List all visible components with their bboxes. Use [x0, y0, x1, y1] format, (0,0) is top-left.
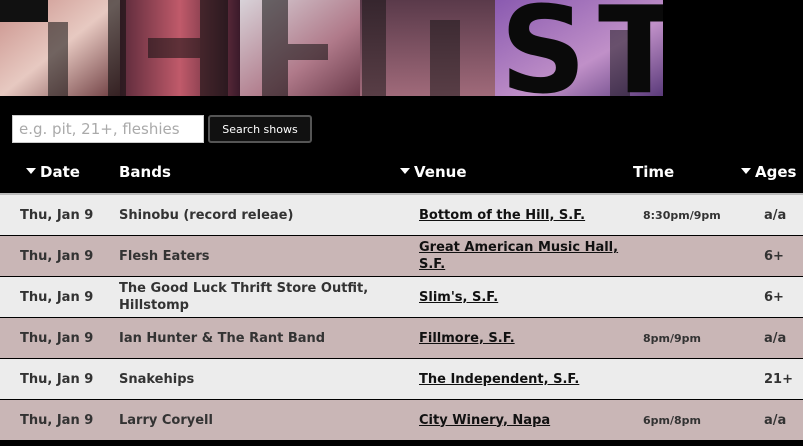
table-row: Thu, Jan 9 The Good Luck Thrift Store Ou…	[0, 277, 803, 318]
bands-header-label: Bands	[119, 163, 171, 181]
bands-cell: Larry Coryell	[119, 412, 213, 428]
time-cell: 8:30pm/9pm	[643, 208, 721, 222]
date-cell: Thu, Jan 9	[20, 330, 94, 346]
table-row: Thu, Jan 9 Larry Coryell City Winery, Na…	[0, 400, 803, 441]
site-banner[interactable]: S T	[0, 0, 663, 96]
svg-text:S: S	[500, 0, 586, 96]
ages-cell: 6+	[764, 248, 784, 264]
table-row: Thu, Jan 9 Shinobu (record releae) Botto…	[0, 195, 803, 236]
ages-cell: a/a	[764, 207, 787, 223]
sort-arrow-icon	[400, 168, 410, 174]
date-column-header[interactable]: Date	[26, 163, 80, 181]
venue-link[interactable]: City Winery, Napa	[419, 412, 550, 429]
venue-link[interactable]: Great American Music Hall, S.F.	[419, 239, 634, 273]
banner-logo: S T	[0, 0, 663, 96]
venue-link[interactable]: Slim's, S.F.	[419, 289, 498, 306]
table-row: Thu, Jan 9 Snakehips The Independent, S.…	[0, 359, 803, 400]
bands-cell: Ian Hunter & The Rant Band	[119, 330, 326, 346]
shows-table: Thu, Jan 9 Shinobu (record releae) Botto…	[0, 195, 803, 441]
sort-arrow-icon	[741, 168, 751, 174]
bands-column-header[interactable]: Bands	[119, 163, 171, 181]
time-column-header[interactable]: Time	[633, 163, 674, 181]
bands-cell: Flesh Eaters	[119, 248, 210, 264]
venue-link[interactable]: The Independent, S.F.	[419, 371, 579, 388]
venue-column-header[interactable]: Venue	[400, 163, 467, 181]
bands-cell: Shinobu (record releae)	[119, 207, 294, 223]
time-header-label: Time	[633, 163, 675, 181]
bands-cell: The Good Luck Thrift Store Outfit, Hills…	[119, 281, 369, 313]
venue-header-label: Venue	[414, 163, 467, 181]
table-header: Date Bands Venue Time Ages	[0, 160, 803, 184]
search-shows-button[interactable]: Search shows	[208, 115, 312, 143]
date-cell: Thu, Jan 9	[20, 248, 94, 264]
ages-column-header[interactable]: Ages	[741, 163, 796, 181]
ages-cell: 21+	[764, 371, 793, 387]
ages-header-label: Ages	[755, 163, 797, 181]
ages-cell: a/a	[764, 330, 787, 346]
date-cell: Thu, Jan 9	[20, 371, 94, 387]
svg-text:T: T	[598, 0, 663, 96]
venue-link[interactable]: Fillmore, S.F.	[419, 330, 515, 347]
bands-cell: Snakehips	[119, 371, 195, 387]
date-header-label: Date	[40, 163, 80, 181]
date-cell: Thu, Jan 9	[20, 412, 94, 428]
date-cell: Thu, Jan 9	[20, 289, 94, 305]
time-cell: 6pm/8pm	[643, 413, 701, 427]
table-row: Thu, Jan 9 Ian Hunter & The Rant Band Fi…	[0, 318, 803, 359]
search-input[interactable]	[12, 115, 204, 143]
table-row: Thu, Jan 9 Flesh Eaters Great American M…	[0, 236, 803, 277]
ages-cell: a/a	[764, 412, 787, 428]
date-cell: Thu, Jan 9	[20, 207, 94, 223]
sort-arrow-icon	[26, 168, 36, 174]
ages-cell: 6+	[764, 289, 784, 305]
time-cell: 8pm/9pm	[643, 331, 701, 345]
venue-link[interactable]: Bottom of the Hill, S.F.	[419, 207, 585, 224]
